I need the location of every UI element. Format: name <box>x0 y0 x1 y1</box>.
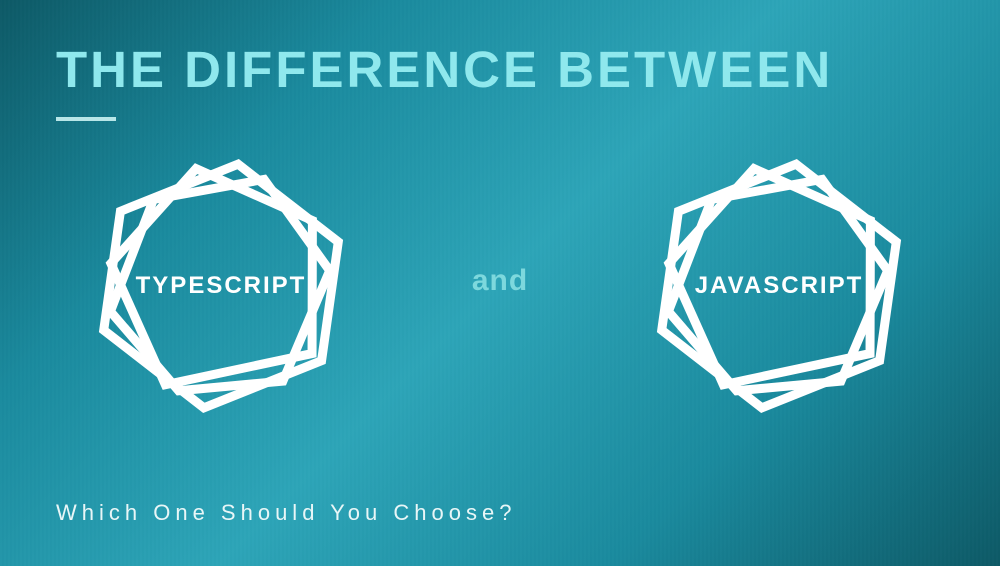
right-label: JAVASCRIPT <box>695 272 863 300</box>
subtitle-text: Which One Should You Choose? <box>56 500 516 526</box>
left-badge-container: TYPESCRIPT <box>66 141 376 431</box>
comparison-row: TYPESCRIPT and JAVASCRIPT <box>56 141 944 431</box>
connector-text: and <box>452 264 548 298</box>
right-badge-container: JAVASCRIPT <box>624 141 934 431</box>
left-label: TYPESCRIPT <box>136 272 307 300</box>
slide-container: THE DIFFERENCE BETWEEN TYPESCRIPT and <box>0 0 1000 566</box>
title-underline <box>56 117 116 121</box>
main-title: THE DIFFERENCE BETWEEN <box>56 40 944 99</box>
